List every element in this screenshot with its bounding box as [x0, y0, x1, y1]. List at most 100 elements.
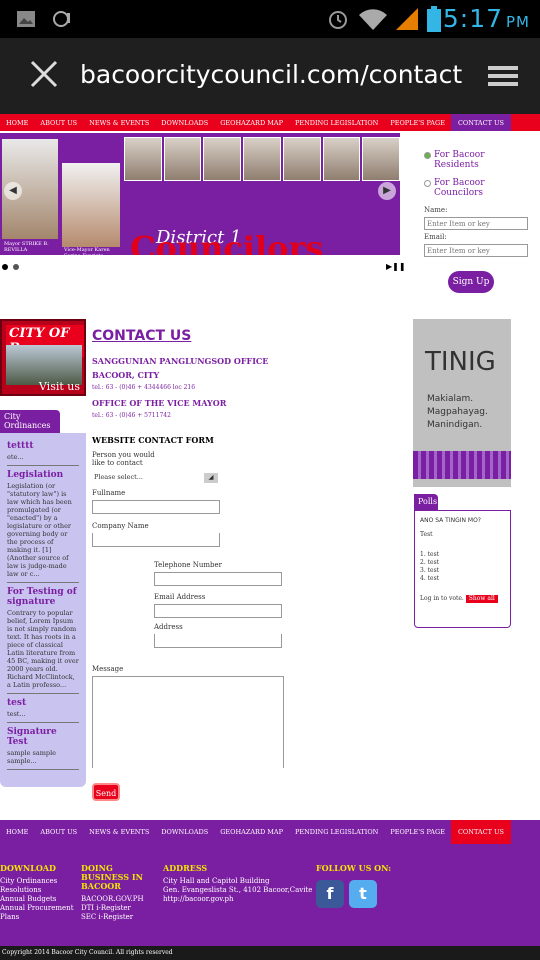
ordinance-title[interactable]: tetttt: [7, 441, 79, 451]
office-phone: tel.: 63 - (0)46 + 4344466 loc 216: [92, 384, 196, 391]
status-bar: 5:17 PM: [0, 0, 540, 38]
address-bar[interactable]: bacoorcitycouncil.com/contact: [80, 60, 470, 89]
poll-option: 3. test: [420, 567, 440, 574]
ordinances-panel: tetttt ete... Legislation Legislation (o…: [0, 433, 86, 787]
slider-prev-button[interactable]: ◀: [4, 182, 22, 200]
councilor-photo: [203, 137, 242, 181]
nav-downloads[interactable]: DOWNLOADS: [155, 828, 214, 836]
nav-downloads[interactable]: DOWNLOADS: [155, 119, 214, 127]
signup-box: For Bacoor Residents For Bacoor Councilo…: [424, 150, 528, 293]
nav-contact[interactable]: CONTACT US: [450, 114, 511, 131]
councilor-photo: [163, 137, 202, 181]
dropdown-icon: ◢: [204, 473, 218, 483]
nav-geohazard[interactable]: GEOHAZARD MAP: [214, 119, 289, 127]
councilor-photo: [282, 137, 321, 181]
email-label: Email Address: [154, 593, 206, 601]
slider-dot[interactable]: [13, 264, 19, 270]
email-input[interactable]: Enter Item or key: [424, 244, 528, 257]
wifi-icon: [359, 9, 387, 31]
telephone-label: Telephone Number: [154, 561, 222, 569]
ad-line: Magpahayag.: [427, 407, 488, 417]
footer-link[interactable]: Resolutions: [0, 886, 80, 895]
nav-about[interactable]: ABOUT US: [34, 119, 83, 127]
alarm-icon: [329, 11, 347, 29]
address-input[interactable]: [154, 634, 282, 648]
nav-pending[interactable]: PENDING LEGISLATION: [289, 828, 384, 836]
tabs-menu-icon[interactable]: [486, 62, 522, 92]
ordinance-text: test...: [7, 710, 26, 718]
nav-contact[interactable]: CONTACT US: [450, 820, 511, 844]
clock-time: 5:17: [442, 4, 503, 33]
footer-link[interactable]: DTI i-Register: [81, 904, 161, 913]
facebook-icon[interactable]: f: [316, 880, 344, 908]
address-line: City Hall and Capitol Building: [163, 877, 270, 885]
nav-home[interactable]: HOME: [0, 828, 34, 836]
footer-download: DOWNLOAD City Ordinances Resolutions Ann…: [0, 864, 80, 922]
nav-news[interactable]: NEWS & EVENTS: [83, 828, 155, 836]
send-button[interactable]: Send: [92, 783, 120, 801]
footer-link[interactable]: City Ordinances: [0, 877, 80, 886]
nav-geohazard[interactable]: GEOHAZARD MAP: [214, 828, 289, 836]
clock-ampm: PM: [506, 13, 530, 31]
nav-peoples-page[interactable]: PEOPLE'S PAGE: [384, 828, 451, 836]
company-input[interactable]: [92, 533, 220, 547]
nav-home[interactable]: HOME: [0, 119, 34, 127]
person-select[interactable]: Please select... ◢: [92, 471, 220, 485]
vice-mayor-phone: tel.: 63 - (0)46 + 5711742: [92, 412, 171, 419]
footer-link[interactable]: SEC i-Register: [81, 913, 161, 922]
office-city: BACOOR, CITY: [92, 370, 160, 380]
option-residents[interactable]: For Bacoor Residents: [424, 150, 528, 170]
polls-tab: Polls: [414, 494, 438, 510]
option-councilors[interactable]: For Bacoor Councilors: [424, 178, 528, 198]
ordinance-title[interactable]: For Testing of signature: [7, 587, 79, 607]
banner-title: Councilors: [130, 229, 324, 255]
poll-login-link[interactable]: Log in to vote.: [420, 595, 464, 602]
battery-icon: [427, 6, 441, 32]
twitter-icon[interactable]: t: [349, 880, 377, 908]
nav-peoples-page[interactable]: PEOPLE'S PAGE: [384, 119, 451, 127]
city-hall-photo: [6, 345, 82, 385]
nav-pending[interactable]: PENDING LEGISLATION: [289, 119, 384, 127]
city-logo-banner[interactable]: CITY OF Bacoor Visit us: [0, 319, 86, 396]
address-link[interactable]: http://bacoor.gov.ph: [163, 895, 313, 904]
fullname-input[interactable]: [92, 500, 220, 514]
councilor-photo: [322, 137, 361, 181]
ordinance-title[interactable]: Legislation: [7, 470, 79, 480]
slider-dot[interactable]: [2, 264, 8, 270]
ordinance-title[interactable]: test: [7, 698, 79, 708]
nav-about[interactable]: ABOUT US: [34, 828, 83, 836]
gallery-icon: [17, 11, 35, 27]
poll-show-all-button[interactable]: Show all: [465, 595, 498, 603]
name-input[interactable]: Enter Item or key: [424, 217, 528, 230]
vice-mayor-office: OFFICE OF THE VICE MAYOR: [92, 398, 227, 408]
footer-heading: DOING BUSINESS IN BACOOR: [81, 863, 143, 891]
radio-icon[interactable]: [424, 152, 431, 159]
vice-mayor-photo: [62, 163, 120, 247]
radio-icon[interactable]: [424, 180, 431, 187]
footer-link[interactable]: Annual Budgets: [0, 895, 80, 904]
tinig-ad[interactable]: TINIG Makialam. Magpahayag. Manindigan.: [413, 319, 511, 487]
email-input[interactable]: [154, 604, 282, 618]
close-icon[interactable]: [26, 56, 62, 92]
ordinance-text: Legislation (or "statutory law") is law …: [7, 482, 72, 578]
slider-play-pause[interactable]: ▶❚❚: [386, 262, 406, 271]
slider-dots: [2, 264, 19, 270]
divider: [7, 582, 79, 583]
signup-button[interactable]: Sign Up: [448, 271, 494, 293]
telephone-input[interactable]: [154, 572, 282, 586]
ordinance-title[interactable]: Signature Test: [7, 727, 79, 747]
ordinances-tab[interactable]: City Ordinances: [0, 410, 60, 434]
nav-news[interactable]: NEWS & EVENTS: [83, 119, 155, 127]
ad-tagline: Makialam. Magpahayag. Manindigan.: [427, 393, 488, 432]
footer-link[interactable]: Annual Procurement Plans: [0, 904, 80, 922]
footer-heading: ADDRESS: [163, 863, 208, 873]
divider: [7, 722, 79, 723]
message-textarea[interactable]: [92, 676, 284, 768]
name-label: Name:: [424, 206, 448, 214]
divider: [7, 769, 79, 770]
slider-next-button[interactable]: ▶: [378, 182, 396, 200]
footer-link[interactable]: BACOOR.GOV.PH: [81, 895, 161, 904]
form-title: WEBSITE CONTACT FORM: [92, 435, 214, 445]
top-nav: HOME ABOUT US NEWS & EVENTS DOWNLOADS GE…: [0, 114, 540, 131]
address-line: Gen. Evangeslista St., 4102 Bacoor,Cavit…: [163, 886, 313, 894]
